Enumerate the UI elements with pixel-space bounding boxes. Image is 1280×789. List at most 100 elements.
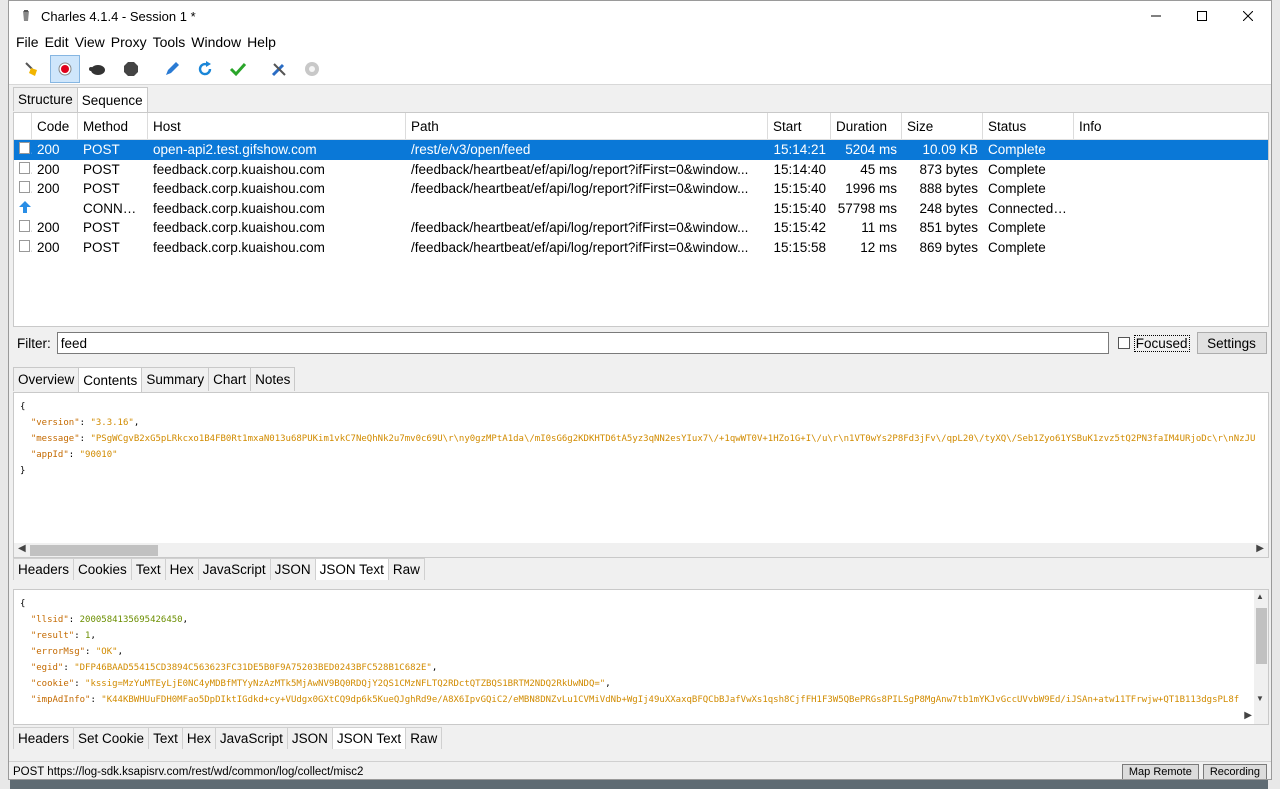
- settings-button[interactable]: Settings: [1196, 332, 1267, 354]
- settings-gear-button[interactable]: [297, 55, 327, 83]
- scroll-right-icon[interactable]: ▶: [1244, 710, 1252, 721]
- column-path[interactable]: Path: [406, 113, 768, 139]
- menu-edit[interactable]: Edit: [42, 34, 72, 50]
- tab-response-raw[interactable]: Raw: [405, 727, 443, 749]
- cell-path: /feedback/heartbeat/ef/api/log/report?if…: [411, 161, 749, 177]
- record-button[interactable]: [50, 54, 80, 83]
- column-code[interactable]: Code: [32, 113, 78, 139]
- recording-button[interactable]: Recording: [1202, 763, 1267, 779]
- column-duration[interactable]: Duration: [831, 113, 902, 139]
- scroll-down-icon[interactable]: ▼: [1256, 694, 1264, 703]
- cell-path: /rest/e/v3/open/feed: [411, 142, 531, 158]
- stop-hexagon-icon: [124, 61, 138, 76]
- map-remote-button[interactable]: Map Remote: [1121, 763, 1199, 779]
- document-icon: [19, 181, 30, 194]
- menu-tools[interactable]: Tools: [150, 34, 189, 50]
- menu-window[interactable]: Window: [188, 34, 244, 50]
- window-title: Charles 4.1.4 - Session 1 *: [41, 8, 196, 24]
- record-icon: [58, 62, 72, 75]
- status-text: POST https://log-sdk.ksapisrv.com/rest/w…: [13, 765, 364, 778]
- request-json-view[interactable]: { "version": "3.3.16", "message": "PSgWC…: [13, 392, 1269, 558]
- menu-proxy[interactable]: Proxy: [108, 34, 150, 50]
- tab-response-text[interactable]: Text: [148, 727, 183, 749]
- tab-request-text[interactable]: Text: [130, 558, 166, 580]
- tab-response-headers[interactable]: Headers: [13, 727, 75, 749]
- tab-response-hex[interactable]: Hex: [181, 727, 216, 749]
- menu-view[interactable]: View: [72, 34, 108, 50]
- response-vertical-scrollbar[interactable]: ▲ ▼: [1254, 590, 1268, 724]
- close-button[interactable]: [1225, 1, 1271, 31]
- tab-request-raw[interactable]: Raw: [387, 558, 425, 580]
- column-method[interactable]: Method: [78, 113, 148, 139]
- column-info[interactable]: Info: [1074, 113, 1268, 139]
- scroll-up-icon[interactable]: ▲: [1256, 592, 1264, 601]
- maximize-button[interactable]: [1179, 1, 1225, 31]
- repeat-button[interactable]: [190, 55, 220, 83]
- response-json-view[interactable]: { "llsid": 2000584135695426450, "result"…: [13, 589, 1269, 725]
- cell-duration: 12 ms: [860, 239, 897, 255]
- table-row[interactable]: 200 POST open-api2.test.gifshow.com /res…: [14, 140, 1268, 160]
- tab-request-json[interactable]: JSON: [269, 558, 316, 580]
- tools-button[interactable]: [264, 55, 294, 83]
- tab-request-cookies[interactable]: Cookies: [73, 558, 132, 580]
- focused-label[interactable]: Focused: [1133, 334, 1190, 352]
- maximize-icon: [1197, 11, 1207, 21]
- request-subtabs: Headers Cookies Text Hex JavaScript JSON…: [13, 558, 425, 580]
- tab-request-javascript[interactable]: JavaScript: [197, 558, 271, 580]
- table-row[interactable]: 200 POST feedback.corp.kuaishou.com /fee…: [14, 179, 1268, 199]
- document-icon: [19, 239, 30, 252]
- throttle-button[interactable]: [83, 55, 113, 83]
- cell-start: 15:15:42: [773, 220, 826, 236]
- scroll-thumb[interactable]: [30, 545, 158, 556]
- cell-duration: 45 ms: [860, 161, 897, 177]
- scroll-thumb[interactable]: [1256, 608, 1267, 664]
- menu-help[interactable]: Help: [244, 34, 279, 50]
- column-host[interactable]: Host: [148, 113, 406, 139]
- request-horizontal-scrollbar[interactable]: ◀ ▶: [14, 543, 1268, 557]
- tab-response-json-text[interactable]: JSON Text: [331, 727, 407, 749]
- charles-app-icon: [23, 10, 29, 21]
- tab-summary[interactable]: Summary: [141, 367, 210, 391]
- cell-status: Complete: [988, 181, 1046, 197]
- tab-response-set-cookie[interactable]: Set Cookie: [73, 727, 150, 749]
- cell-code: 200: [37, 239, 60, 255]
- tab-request-hex[interactable]: Hex: [164, 558, 199, 580]
- cell-status: Complete: [988, 161, 1046, 177]
- clear-session-button[interactable]: [17, 55, 47, 83]
- upload-arrow-icon: [19, 200, 31, 213]
- checkmark-icon: [229, 62, 247, 76]
- table-row[interactable]: 200 POST feedback.corp.kuaishou.com /fee…: [14, 218, 1268, 238]
- scroll-left-icon[interactable]: ◀: [18, 543, 26, 554]
- sequence-table: Code Method Host Path Start Duration Siz…: [13, 112, 1269, 327]
- minimize-button[interactable]: [1133, 1, 1179, 31]
- tab-overview[interactable]: Overview: [13, 367, 80, 391]
- menu-file[interactable]: File: [13, 34, 42, 50]
- focused-checkbox[interactable]: [1117, 337, 1130, 349]
- validate-button[interactable]: [223, 55, 253, 83]
- column-size[interactable]: Size: [902, 113, 983, 139]
- response-horizontal-scrollbar[interactable]: ▶: [14, 710, 1254, 724]
- cell-start: 15:14:40: [773, 161, 826, 177]
- tab-request-json-text[interactable]: JSON Text: [314, 558, 389, 580]
- column-icon: [14, 113, 32, 139]
- document-icon: [19, 142, 30, 155]
- tab-response-javascript[interactable]: JavaScript: [214, 727, 288, 749]
- breakpoints-button[interactable]: [116, 55, 146, 83]
- table-row[interactable]: 200 POST feedback.corp.kuaishou.com /fee…: [14, 160, 1268, 180]
- tab-chart[interactable]: Chart: [208, 367, 252, 391]
- column-start[interactable]: Start: [768, 113, 831, 139]
- filter-input[interactable]: [56, 332, 1109, 354]
- tab-structure[interactable]: Structure: [13, 87, 78, 111]
- pen-icon: [166, 61, 179, 75]
- tab-request-headers[interactable]: Headers: [13, 558, 75, 580]
- tab-contents[interactable]: Contents: [78, 367, 143, 392]
- tab-notes[interactable]: Notes: [250, 367, 296, 391]
- scroll-right-icon[interactable]: ▶: [1256, 543, 1264, 554]
- tab-sequence[interactable]: Sequence: [76, 87, 148, 112]
- table-row[interactable]: 200 POST feedback.corp.kuaishou.com /fee…: [14, 238, 1268, 258]
- table-row[interactable]: CONNECT feedback.corp.kuaishou.com 15:15…: [14, 199, 1268, 219]
- column-status[interactable]: Status: [983, 113, 1074, 139]
- detail-tabs: Overview Contents Summary Chart Notes: [13, 366, 296, 392]
- tab-response-json[interactable]: JSON: [286, 727, 333, 749]
- compose-button[interactable]: [157, 55, 187, 83]
